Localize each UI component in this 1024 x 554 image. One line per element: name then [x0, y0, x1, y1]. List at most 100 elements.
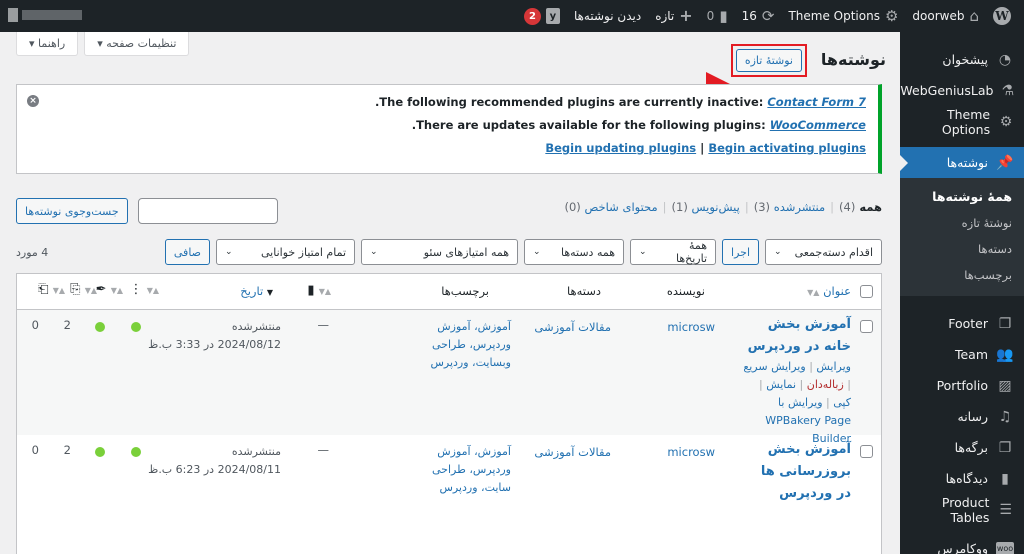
tags-links[interactable]: آموزش، آموزش وردپرس، طراحی وبسایت، وردپر… — [401, 318, 511, 372]
sidebar-item-label: Portfolio — [936, 378, 988, 393]
post-title-link[interactable]: آموزش بخش بروزرسانی ها در وردپرس — [751, 439, 851, 505]
post-date: 2024/08/12 در 3:33 ب.ظ — [148, 338, 281, 351]
copy-link[interactable]: کپی — [833, 396, 851, 409]
sidebar-item-portfolio[interactable]: ▨ Portfolio — [900, 370, 1024, 401]
sidebar-item-team[interactable]: 👥 Team — [900, 339, 1024, 370]
new-content-menu[interactable]: + تازه — [648, 0, 699, 32]
submenu-tags[interactable]: برچسب‌ها — [900, 262, 1024, 288]
sidebar-item-label: رسانه — [957, 409, 989, 424]
comments-count: — — [317, 443, 330, 457]
tags-links[interactable]: آموزش، آموزش وردپرس، طراحی سایت، وردپرس — [401, 443, 511, 497]
view-published[interactable]: منتشرشده (3) — [754, 200, 825, 214]
yoast-icon: y — [545, 8, 560, 24]
category-filter-select[interactable]: همه دسته‌ها ⌄ — [524, 239, 625, 265]
updates-menu[interactable]: ⟳ 16 — [735, 0, 782, 32]
comments-count: 0 — [706, 9, 715, 23]
contact-form-7-link[interactable]: Contact Form 7 — [767, 95, 866, 109]
seo-score-good — [131, 447, 141, 457]
row-checkbox[interactable] — [860, 320, 873, 333]
author-link[interactable]: microsw — [667, 445, 715, 459]
sidebar-item-theme-options[interactable]: ⚙ Theme Options — [900, 106, 1024, 137]
blurred-area — [8, 8, 82, 22]
chevron-down-icon: ⌄ — [370, 247, 378, 257]
sidebar-item-comments[interactable]: ▮ دیدگاه‌ها — [900, 463, 1024, 494]
sidebar-item-media[interactable]: ♫ رسانه — [900, 401, 1024, 432]
column-title[interactable]: عنوان ▲▼ — [807, 284, 851, 298]
column-categories: دسته‌ها — [567, 284, 601, 298]
sidebar-item-woocommerce[interactable]: woo ووکامرس — [900, 533, 1024, 554]
select-all-checkbox[interactable] — [860, 285, 873, 298]
notice-actions: Begin updating plugins | Begin activatin… — [545, 141, 866, 155]
bulk-action-select[interactable]: اقدام دسته‌جمعی ⌄ — [765, 239, 882, 265]
sidebar-item-dashboard[interactable]: ◔ پیشخوان — [900, 44, 1024, 75]
sidebar-item-label: برگه‌ها — [954, 440, 988, 455]
seo-score-icon: ⋮ — [129, 282, 143, 297]
date-filter-select[interactable]: همهٔ تاریخ‌ها ⌄ — [630, 239, 717, 265]
submenu-categories[interactable]: دسته‌ها — [900, 236, 1024, 262]
quick-edit-link[interactable]: ویرایش سریع — [743, 360, 805, 373]
view-cornerstone[interactable]: محتوای شاخص (0) — [564, 200, 657, 214]
pages-icon: ❐ — [998, 315, 1012, 332]
media-icon: ♫ — [998, 408, 1012, 425]
comment-icon: ▮ — [307, 283, 315, 298]
seo-filter-select[interactable]: همه امتیازهای سئو ⌄ — [361, 239, 519, 265]
submenu-all-posts[interactable]: همهٔ نوشته‌ها — [900, 184, 1024, 210]
column-links-out[interactable]: ▲▼ ⎘ — [70, 282, 97, 297]
view-drafts[interactable]: پیش‌نویس (1) — [672, 200, 740, 214]
sidebar-item-webgeniuslab[interactable]: ⚗ WebGeniusLab — [900, 75, 1024, 106]
trash-link[interactable]: زباله‌دان — [807, 378, 844, 391]
admin-bar: W ⌂ doorweb ⚙ Theme Options ⟳ 16 ▮ 0 + ت… — [0, 0, 1024, 32]
site-name-menu[interactable]: ⌂ doorweb — [905, 0, 986, 32]
help-tab[interactable]: راهنما ▾ — [16, 32, 79, 56]
view-link[interactable]: نمایش — [766, 378, 796, 391]
screen-options-tab[interactable]: تنظیمات صفحه ▾ — [84, 32, 190, 56]
team-icon: 👥 — [996, 346, 1014, 363]
column-readability[interactable]: ▲▼ ✒ — [96, 282, 123, 297]
readability-icon: ✒ — [95, 282, 107, 297]
post-status: منتشرشده — [231, 445, 281, 458]
row-checkbox[interactable] — [860, 445, 873, 458]
view-posts-label: دیدن نوشته‌ها — [573, 9, 642, 23]
sidebar-item-posts[interactable]: 📌 نوشته‌ها — [900, 147, 1024, 178]
view-all[interactable]: همه (4) — [839, 200, 882, 214]
dismiss-icon[interactable]: × — [27, 95, 39, 107]
begin-activating-plugins-link[interactable]: Begin activating plugins — [708, 141, 866, 155]
submenu-add-new[interactable]: نوشتهٔ تازه — [900, 210, 1024, 236]
category-link[interactable]: مقالات آموزشی — [534, 320, 611, 334]
column-comments[interactable]: ▲▼ ▮ — [307, 283, 331, 298]
woocommerce-link[interactable]: WooCommerce — [770, 118, 866, 132]
apply-button[interactable]: اجرا — [722, 239, 759, 265]
comments-menu[interactable]: ▮ 0 — [700, 0, 735, 32]
column-date[interactable]: ▼ تاریخ — [240, 284, 273, 298]
column-seo[interactable]: ▲▼ ⋮ — [130, 282, 159, 297]
sidebar-item-pages[interactable]: ❐ برگه‌ها — [900, 432, 1024, 463]
column-author: نویسنده — [666, 284, 705, 298]
category-link[interactable]: مقالات آموزشی — [534, 445, 611, 459]
sidebar-item-product-tables[interactable]: ☰ Product Tables — [900, 494, 1024, 525]
post-title-link[interactable]: آموزش بخش خانه در وردپرس — [739, 314, 851, 358]
outgoing-links-count: 2 — [63, 443, 71, 457]
author-link[interactable]: microsw — [667, 320, 715, 334]
view-posts-link[interactable]: دیدن نوشته‌ها — [567, 0, 648, 32]
post-date: 2024/08/11 در 6:23 ب.ظ — [148, 463, 281, 476]
add-new-post-button[interactable]: نوشتهٔ تازه — [735, 49, 802, 72]
theme-options-menu[interactable]: ⚙ Theme Options — [781, 0, 905, 32]
column-links-in[interactable]: ▲▼ ⎗ — [38, 282, 65, 297]
posts-table: عنوان ▲▼ نویسنده دسته‌ها برچسب‌ها ▲▼ ▮ ▼… — [16, 273, 882, 554]
edit-link[interactable]: ویرایش — [816, 360, 851, 373]
posts-submenu: همهٔ نوشته‌ها نوشتهٔ تازه دسته‌ها برچسب‌… — [900, 178, 1024, 296]
wp-logo-menu[interactable]: W — [986, 0, 1018, 32]
sidebar-item-label: Team — [954, 347, 988, 362]
portfolio-icon: ▨ — [998, 377, 1012, 394]
search-posts-button[interactable]: جست‌وجوی نوشته‌ها — [16, 198, 128, 224]
begin-updating-plugins-link[interactable]: Begin updating plugins — [545, 141, 696, 155]
refresh-icon: ⟳ — [761, 6, 775, 25]
readability-filter-select[interactable]: تمام امتیاز خوانایی ⌄ — [216, 239, 356, 265]
sidebar-item-footer[interactable]: ❐ Footer — [900, 308, 1024, 339]
yoast-menu[interactable]: y 2 — [517, 0, 567, 32]
search-input[interactable] — [137, 198, 278, 224]
incoming-links-count: 0 — [31, 318, 39, 332]
updates-count: 16 — [741, 9, 757, 23]
outgoing-links-count: 2 — [63, 318, 71, 332]
filter-button[interactable]: صافی — [164, 239, 211, 265]
